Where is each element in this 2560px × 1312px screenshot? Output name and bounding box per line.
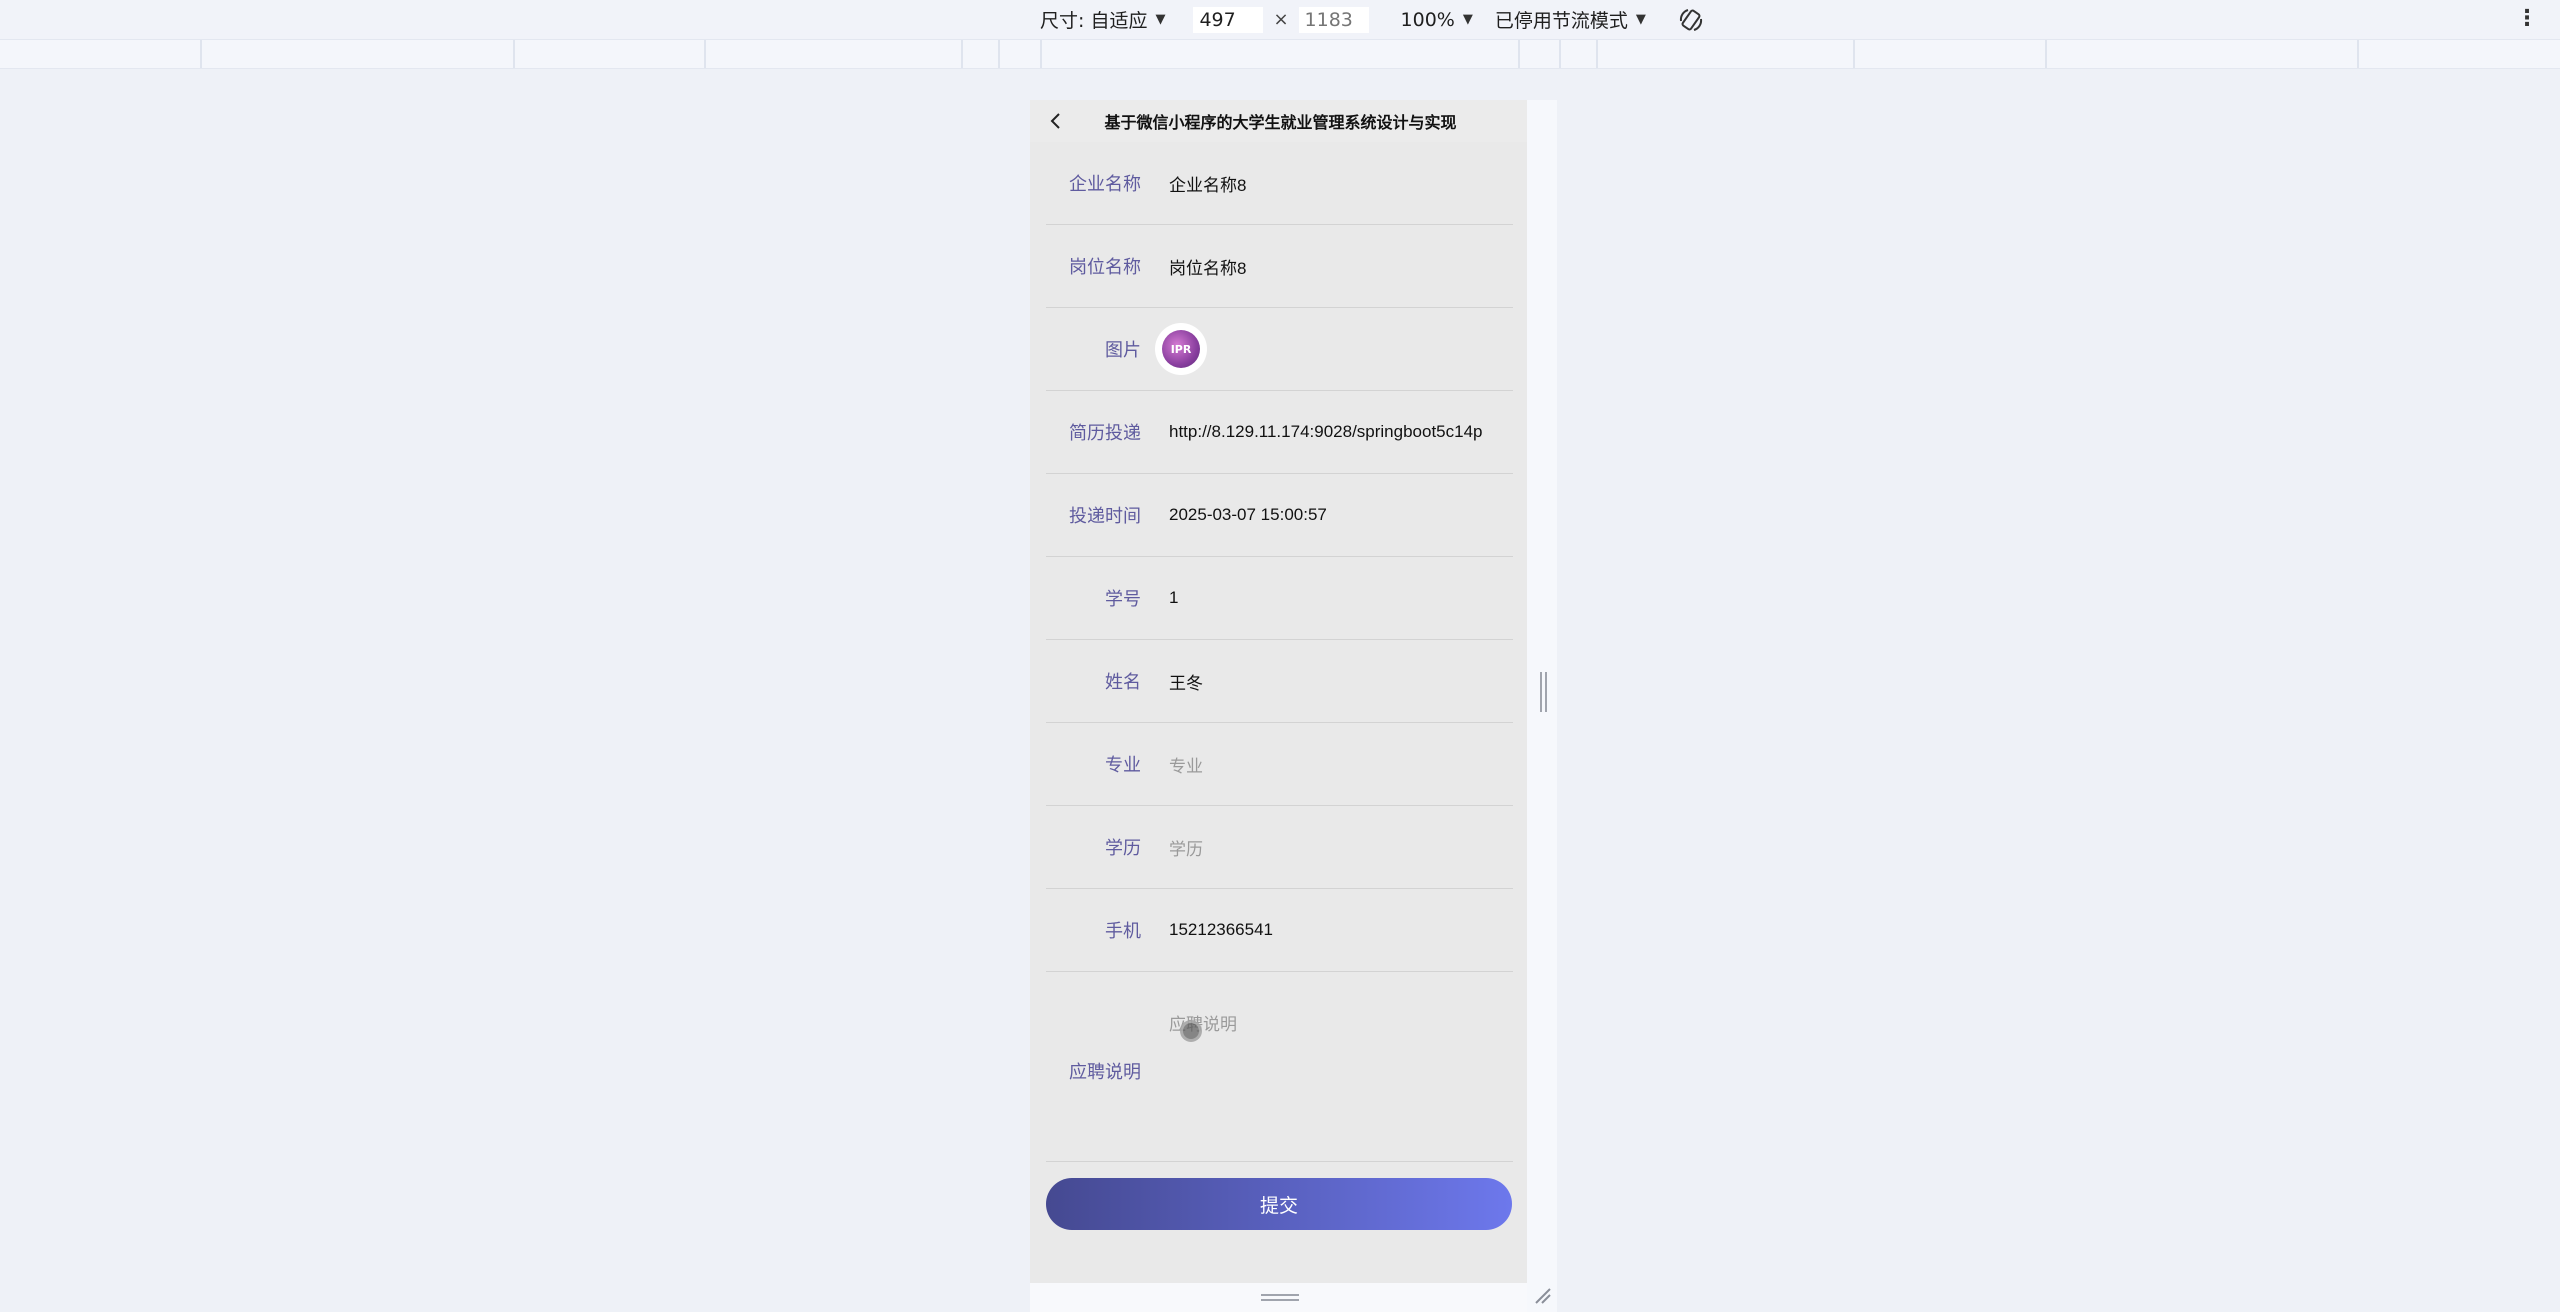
resume-link[interactable]: http://8.129.11.174:9028/springboot5c14p [1169, 422, 1483, 442]
phone-value: 15212366541 [1169, 920, 1274, 939]
dimensions-label: 尺寸: 自适应 [1040, 10, 1148, 32]
education-label: 学历 [1105, 838, 1141, 859]
image-thumbnail: IPR [1162, 330, 1200, 368]
nav-header: 基于微信小程序的大学生就业管理系统设计与实现 [1030, 100, 1527, 142]
company-label: 企业名称 [1069, 174, 1141, 195]
touch-cursor [1180, 1020, 1202, 1042]
form-row-image: 图片 IPR [1046, 308, 1513, 391]
caret-down-icon: ▼ [1155, 12, 1166, 27]
back-arrow-icon[interactable] [1044, 109, 1068, 133]
image-label: 图片 [1105, 340, 1141, 361]
resize-handle-right[interactable] [1540, 672, 1548, 712]
major-label: 专业 [1105, 755, 1141, 776]
position-value: 岗位名称8 [1169, 258, 1247, 278]
resize-handle-bottom[interactable] [1261, 1294, 1299, 1302]
rotate-icon[interactable] [1676, 5, 1706, 35]
page-title: 基于微信小程序的大学生就业管理系统设计与实现 [1104, 113, 1457, 132]
time-label: 投递时间 [1069, 506, 1141, 527]
student-id-value: 1 [1169, 588, 1179, 607]
major-input[interactable]: 专业 [1169, 752, 1203, 777]
more-options-icon[interactable]: ⋮ [2516, 5, 2538, 33]
throttle-dropdown[interactable]: 已停用节流模式 ▼ [1495, 6, 1646, 33]
job-image[interactable]: IPR [1155, 323, 1207, 375]
form-row-resume: 简历投递 http://8.129.11.174:9028/springboot… [1046, 391, 1513, 474]
form-row-time: 投递时间 2025-03-07 15:00:57 [1046, 474, 1513, 557]
width-input[interactable] [1193, 6, 1264, 33]
form-row-name: 姓名 王冬 [1046, 640, 1513, 723]
name-label: 姓名 [1105, 672, 1141, 693]
throttle-label: 已停用节流模式 [1494, 10, 1628, 32]
zoom-dropdown[interactable]: 100% ▼ [1401, 9, 1473, 31]
form-row-student-id: 学号 1 [1046, 557, 1513, 640]
company-value: 企业名称8 [1169, 175, 1247, 195]
height-input[interactable] [1298, 6, 1369, 33]
resume-label: 简历投递 [1069, 423, 1141, 444]
student-id-label: 学号 [1105, 589, 1141, 610]
device-controls: 尺寸: 自适应 ▼ × 100% ▼ 已停用节流模式 ▼ [1040, 0, 1706, 39]
time-value: 2025-03-07 15:00:57 [1169, 505, 1327, 524]
position-label: 岗位名称 [1069, 257, 1141, 278]
caret-down-icon: ▼ [1635, 12, 1646, 27]
zoom-label: 100% [1400, 8, 1455, 31]
education-input[interactable]: 学历 [1169, 835, 1203, 860]
device-toolbar: 尺寸: 自适应 ▼ × 100% ▼ 已停用节流模式 ▼ ⋮ [0, 0, 2560, 40]
form-row-major: 专业 专业 [1046, 723, 1513, 806]
form-row-position: 岗位名称 岗位名称8 [1046, 225, 1513, 308]
dimensions-dropdown[interactable]: 尺寸: 自适应 ▼ [1040, 6, 1165, 33]
caret-down-icon: ▼ [1462, 12, 1473, 27]
phone-label: 手机 [1105, 921, 1141, 942]
form-row-description: 应聘说明 应聘说明 [1046, 972, 1513, 1162]
resize-corner-icon[interactable] [1534, 1287, 1552, 1305]
submit-button[interactable]: 提交 [1046, 1178, 1512, 1230]
form-row-phone: 手机 15212366541 [1046, 889, 1513, 972]
name-value: 王冬 [1169, 673, 1203, 693]
form-row-education: 学历 学历 [1046, 806, 1513, 889]
description-label: 应聘说明 [1069, 1062, 1141, 1083]
times-sign: × [1273, 9, 1289, 30]
form-row-company: 企业名称 企业名称8 [1046, 142, 1513, 225]
media-query-ruler [0, 40, 2560, 69]
device-viewport: 基于微信小程序的大学生就业管理系统设计与实现 企业名称 企业名称8 岗位名称 岗… [1030, 100, 1527, 1283]
